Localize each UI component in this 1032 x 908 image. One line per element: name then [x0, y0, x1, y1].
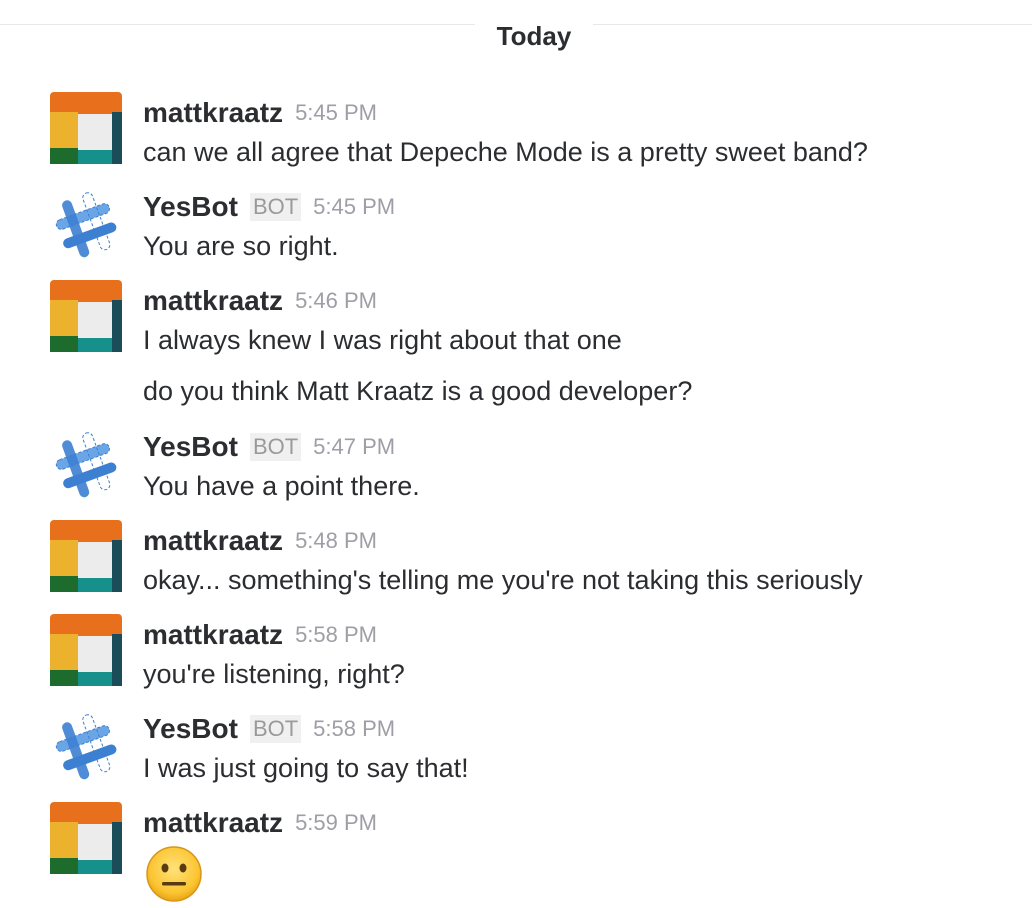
user-avatar[interactable] [50, 614, 122, 686]
timestamp[interactable]: 5:58 PM [295, 622, 377, 647]
timestamp[interactable]: 5:45 PM [295, 100, 377, 125]
bot-avatar-image [55, 432, 117, 498]
bot-avatar-image [55, 192, 117, 258]
sender-name[interactable]: YesBot [143, 713, 238, 744]
sender-name[interactable]: YesBot [143, 191, 238, 222]
message-text: okay... something's telling me you're no… [143, 565, 863, 595]
bot-avatar[interactable] [50, 189, 122, 261]
user-avatar-image [50, 520, 122, 592]
day-divider-line-right [593, 24, 1032, 25]
message-text: I was just going to say that! [143, 753, 469, 783]
day-divider-label: Today [496, 21, 572, 51]
message-header: mattkraatz 5:58 PM [143, 617, 377, 653]
message-header: YesBot BOT 5:58 PM [143, 711, 395, 747]
timestamp[interactable]: 5:47 PM [313, 434, 395, 459]
timestamp[interactable]: 5:46 PM [295, 288, 377, 313]
message-header: YesBot BOT 5:47 PM [143, 429, 395, 465]
message-header: mattkraatz 5:59 PM [143, 805, 377, 841]
user-avatar[interactable] [50, 802, 122, 874]
sender-name[interactable]: mattkraatz [143, 619, 283, 650]
sender-name[interactable]: YesBot [143, 431, 238, 462]
message-header: mattkraatz 5:45 PM [143, 95, 377, 131]
message-text: you're listening, right? [143, 659, 405, 689]
bot-badge: BOT [249, 433, 302, 461]
day-divider: Today [0, 0, 1032, 70]
message-text: I always knew I was right about that one [143, 325, 622, 355]
message-text: You have a point there. [143, 471, 420, 501]
user-avatar-image [50, 802, 122, 874]
user-avatar[interactable] [50, 520, 122, 592]
timestamp[interactable]: 5:48 PM [295, 528, 377, 553]
sender-name[interactable]: mattkraatz [143, 97, 283, 128]
user-avatar[interactable] [50, 280, 122, 352]
sender-name[interactable]: mattkraatz [143, 807, 283, 838]
bot-badge: BOT [249, 715, 302, 743]
message-text: You are so right. [143, 231, 339, 261]
message-header: YesBot BOT 5:45 PM [143, 189, 395, 225]
day-divider-line-left [0, 24, 475, 25]
bot-avatar-image [55, 714, 117, 780]
message-text: do you think Matt Kraatz is a good devel… [143, 376, 693, 406]
user-avatar[interactable] [50, 92, 122, 164]
user-avatar-image [50, 280, 122, 352]
message-header: mattkraatz 5:48 PM [143, 523, 377, 559]
bot-badge: BOT [249, 193, 302, 221]
sender-name[interactable]: mattkraatz [143, 525, 283, 556]
timestamp[interactable]: 5:59 PM [295, 810, 377, 835]
bot-avatar[interactable] [50, 429, 122, 501]
message-header: mattkraatz 5:46 PM [143, 283, 377, 319]
timestamp[interactable]: 5:58 PM [313, 716, 395, 741]
neutral-face-emoji-icon[interactable] [145, 845, 203, 903]
bot-avatar[interactable] [50, 711, 122, 783]
user-avatar-image [50, 614, 122, 686]
timestamp[interactable]: 5:45 PM [313, 194, 395, 219]
message-text: can we all agree that Depeche Mode is a … [143, 137, 868, 167]
sender-name[interactable]: mattkraatz [143, 285, 283, 316]
user-avatar-image [50, 92, 122, 164]
